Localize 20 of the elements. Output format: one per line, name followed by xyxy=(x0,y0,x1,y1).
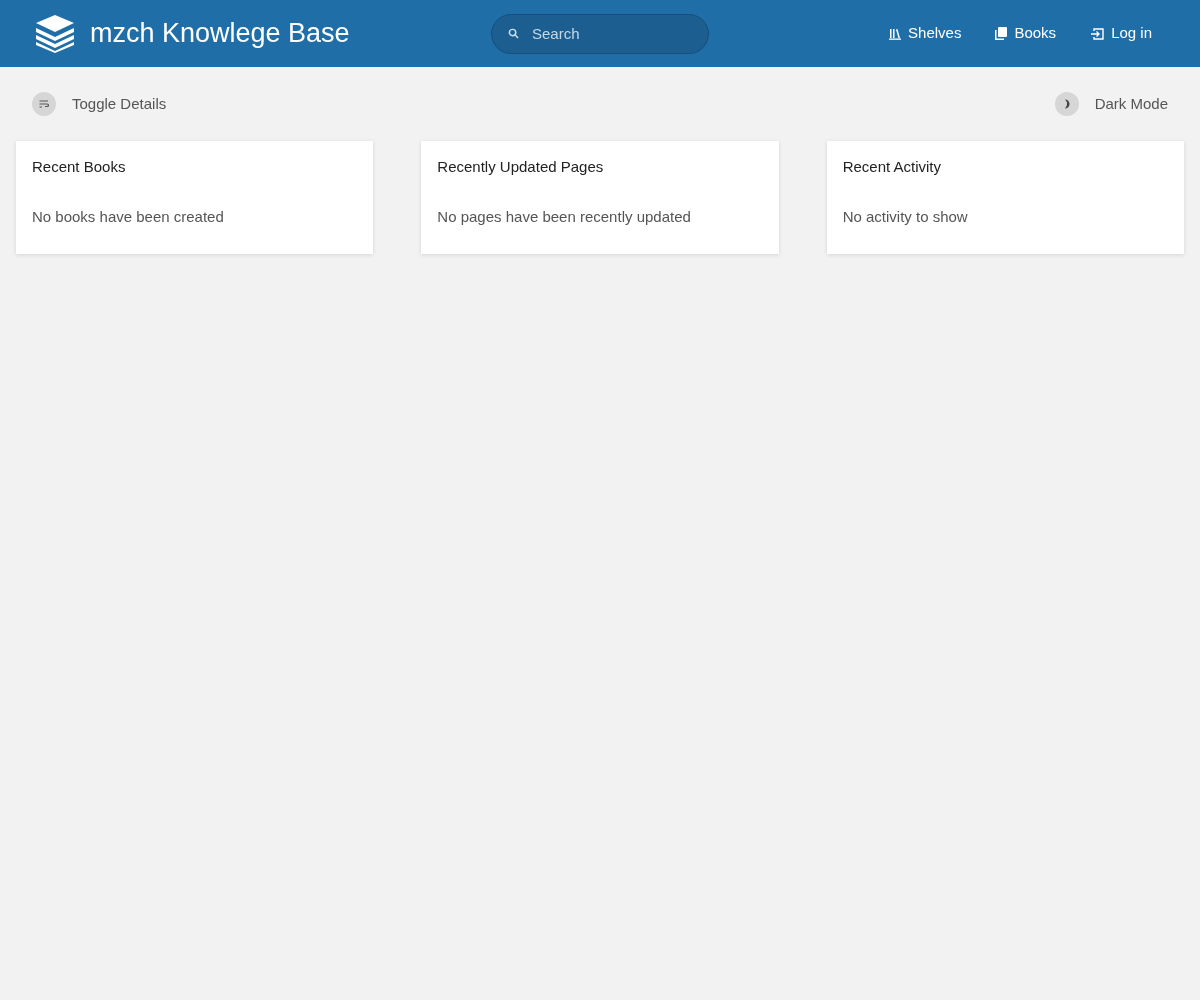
site-title[interactable]: mzch Knowlege Base xyxy=(90,13,350,54)
moon-icon xyxy=(1054,92,1079,116)
login-icon xyxy=(1090,27,1105,40)
details-list-icon xyxy=(32,92,56,116)
empty-message: No pages have been recently updated xyxy=(437,206,692,227)
nav-link[interactable]: Shelves xyxy=(889,22,962,45)
card-title: Recent Books xyxy=(32,157,127,177)
empty-message: No activity to show xyxy=(842,206,969,227)
search-field[interactable]: Search xyxy=(491,13,709,54)
nav-link[interactable]: Log in xyxy=(1090,22,1152,45)
toggle-details-button[interactable]: Toggle Details xyxy=(32,92,167,116)
search-icon xyxy=(508,27,519,39)
card-title: Recently Updated Pages xyxy=(437,157,605,177)
shelves-icon xyxy=(889,27,902,40)
book-icon xyxy=(995,27,1008,40)
nav-link[interactable]: Books xyxy=(995,22,1057,45)
empty-message: No books have been created xyxy=(32,206,225,227)
dark-mode-button[interactable]: Dark Mode xyxy=(1054,92,1168,116)
card-title: Recent Activity xyxy=(842,157,943,177)
books-stack-logo-icon xyxy=(34,14,76,53)
